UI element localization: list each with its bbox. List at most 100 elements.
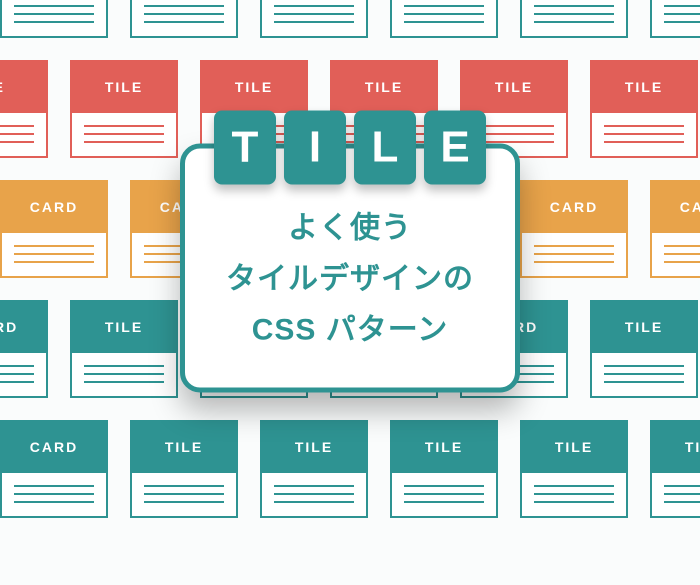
card-line	[404, 21, 484, 23]
bg-card-label: CARD	[522, 182, 626, 233]
bg-card-body	[522, 233, 626, 276]
bg-card-label: TILE	[592, 302, 696, 353]
bg-card-label: TILE	[262, 422, 366, 473]
bg-card-label: TILE	[462, 62, 566, 113]
bg-card: CARD	[130, 0, 238, 38]
bg-card-body	[652, 0, 700, 36]
card-line	[274, 21, 354, 23]
bg-card: TILE	[130, 420, 238, 518]
tile-badge-row: TILE	[209, 110, 491, 184]
bg-card: TILE	[650, 0, 700, 38]
card-line	[664, 13, 700, 15]
bg-card-label: TILE	[72, 62, 176, 113]
card-line	[604, 365, 684, 367]
bg-card-body	[72, 113, 176, 156]
card-line	[84, 365, 164, 367]
bg-card: TILE	[70, 300, 178, 398]
bg-card-body	[262, 0, 366, 36]
bg-card-label: CARD	[0, 302, 46, 353]
card-line	[84, 125, 164, 127]
card-line	[664, 5, 700, 7]
card-line	[664, 21, 700, 23]
card-row: CARDTILECARDCARDTILECARDTILE	[0, 0, 700, 38]
bg-card-body	[0, 113, 46, 156]
bg-card-body	[132, 473, 236, 516]
bg-card: CARD	[0, 300, 48, 398]
card-line	[534, 493, 614, 495]
card-line	[534, 485, 614, 487]
card-line	[0, 141, 34, 143]
bg-card-body	[652, 233, 700, 276]
card-line	[14, 253, 94, 255]
card-line	[14, 485, 94, 487]
bg-card-label: LE	[0, 62, 46, 113]
bg-card-body	[2, 473, 106, 516]
card-line	[144, 493, 224, 495]
card-line	[14, 5, 94, 7]
card-row: TILECARDTILETILETILETILETILE	[0, 420, 700, 518]
bg-card-label: TILE	[202, 62, 306, 113]
card-line	[144, 13, 224, 15]
card-line	[534, 13, 614, 15]
card-line	[14, 245, 94, 247]
card-line	[404, 493, 484, 495]
bg-card-label: CARD	[2, 182, 106, 233]
card-line	[84, 373, 164, 375]
bg-card-body	[72, 353, 176, 396]
bg-card: TILE	[0, 0, 108, 38]
card-line	[144, 501, 224, 503]
bg-card-body	[592, 353, 696, 396]
bg-card-body	[132, 0, 236, 36]
bg-card: TILE	[520, 420, 628, 518]
bg-card: LE	[0, 60, 48, 158]
card-line	[534, 5, 614, 7]
bg-card-body	[2, 0, 106, 36]
bg-card-body	[522, 0, 626, 36]
bg-card-label: TILE	[72, 302, 176, 353]
card-line	[404, 501, 484, 503]
card-line	[84, 133, 164, 135]
bg-card-body	[392, 0, 496, 36]
bg-card-body	[0, 353, 46, 396]
card-line	[14, 493, 94, 495]
card-line	[604, 381, 684, 383]
card-line	[14, 21, 94, 23]
card-line	[664, 253, 700, 255]
card-line	[664, 261, 700, 263]
bg-card-label: CARD	[652, 182, 700, 233]
card-line	[664, 501, 700, 503]
card-line	[274, 485, 354, 487]
card-line	[604, 125, 684, 127]
bg-card-label: TILE	[132, 422, 236, 473]
card-line	[604, 141, 684, 143]
card-line	[84, 141, 164, 143]
bg-card: CARD	[650, 180, 700, 278]
card-line	[144, 485, 224, 487]
bg-card: TILE	[590, 300, 698, 398]
tile-badge-letter: T	[214, 110, 276, 184]
bg-card-body	[652, 473, 700, 516]
bg-card-body	[262, 473, 366, 516]
hero-card: TILE よく使う タイルデザインの CSS パターン	[180, 143, 520, 392]
card-line	[274, 493, 354, 495]
card-line	[664, 485, 700, 487]
card-line	[144, 21, 224, 23]
bg-card-label: TILE	[652, 422, 700, 473]
hero-line-2: タイルデザインの	[209, 253, 491, 304]
bg-card: TILE	[650, 420, 700, 518]
card-line	[534, 253, 614, 255]
card-line	[0, 365, 34, 367]
card-line	[604, 373, 684, 375]
card-line	[404, 5, 484, 7]
card-line	[0, 373, 34, 375]
tile-badge-letter: E	[424, 110, 486, 184]
bg-card: CARD	[260, 0, 368, 38]
bg-card-body	[2, 233, 106, 276]
tile-badge-letter: I	[284, 110, 346, 184]
bg-card-label: TILE	[522, 422, 626, 473]
card-line	[664, 493, 700, 495]
card-line	[404, 13, 484, 15]
card-line	[274, 13, 354, 15]
tile-badge-letter: L	[354, 110, 416, 184]
card-line	[14, 501, 94, 503]
